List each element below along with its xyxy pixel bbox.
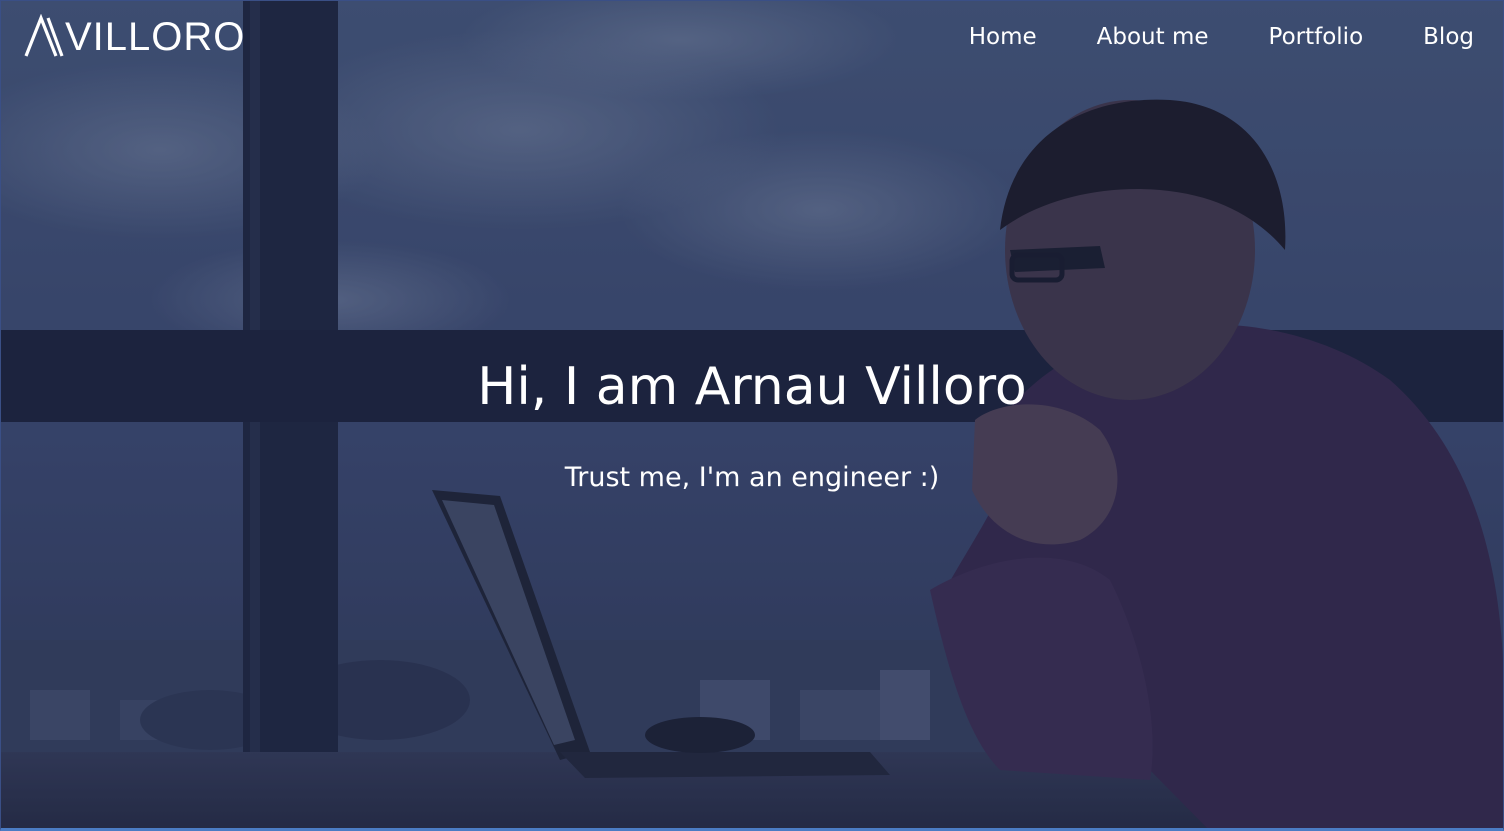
letter-a-mark-icon: [24, 14, 64, 57]
nav-item-blog[interactable]: Blog: [1423, 18, 1474, 56]
nav-item-home[interactable]: Home: [969, 18, 1037, 56]
nav-item-about-me[interactable]: About me: [1097, 18, 1209, 56]
hero-subtitle: Trust me, I'm an engineer :): [564, 462, 940, 493]
hero-section: VILLORO Home About me Portfolio Blog Hi,…: [0, 0, 1504, 831]
hero-title: Hi, I am Arnau Villoro: [477, 357, 1027, 417]
nav-item-portfolio[interactable]: Portfolio: [1269, 18, 1364, 56]
brand-logo-text: VILLORO: [65, 15, 246, 59]
main-nav: Home About me Portfolio Blog: [909, 18, 1474, 56]
brand-logo[interactable]: VILLORO: [22, 14, 245, 60]
